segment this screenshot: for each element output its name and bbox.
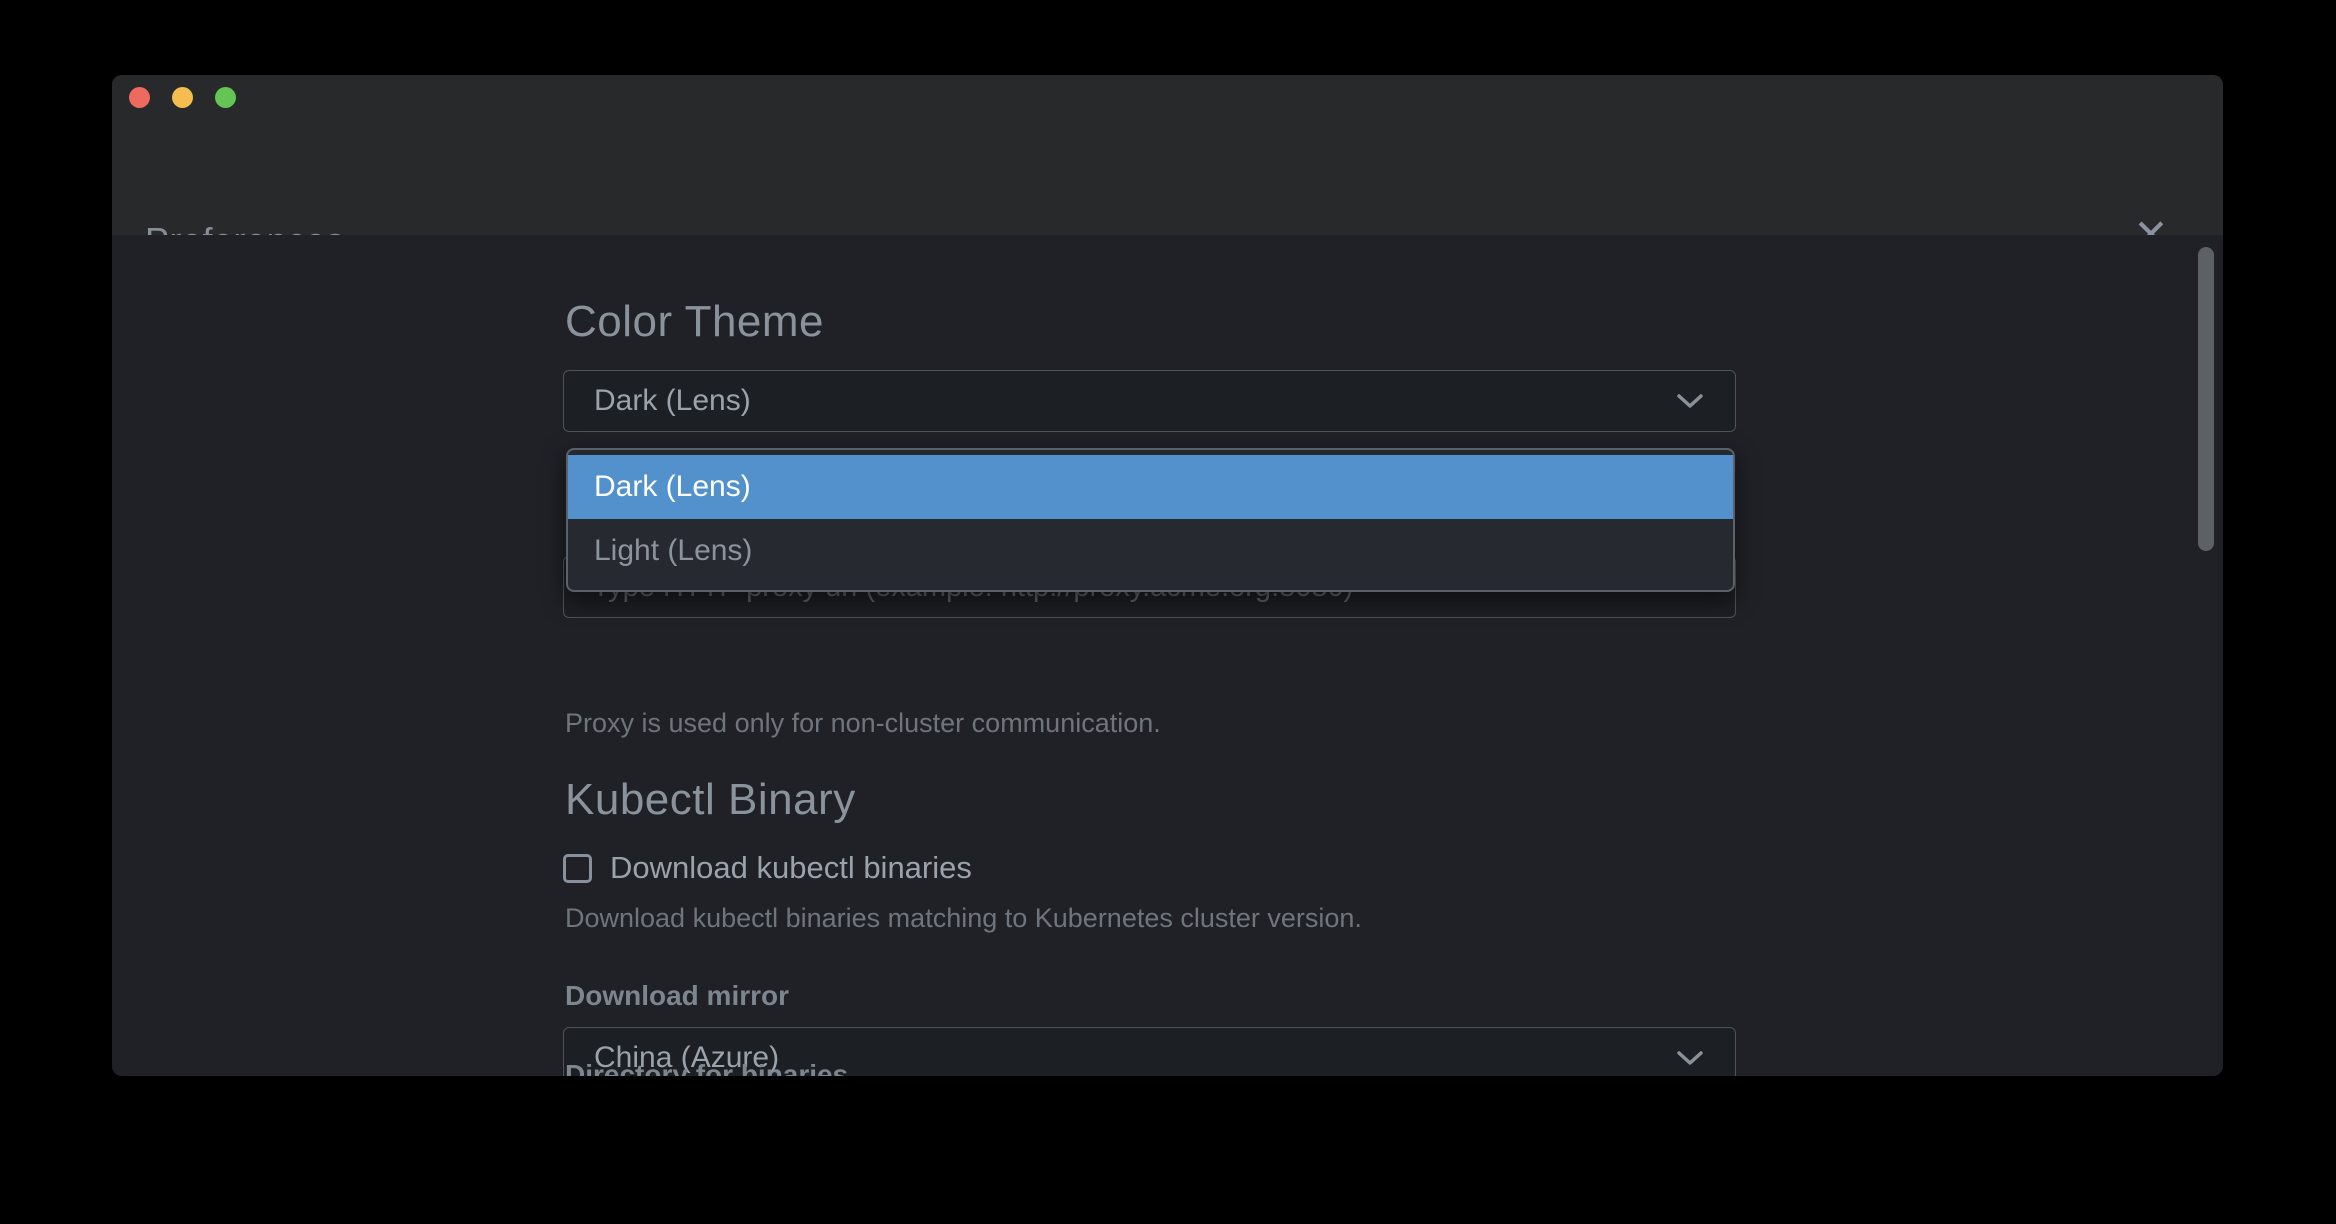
color-theme-dropdown: Dark (Lens) Light (Lens) <box>566 448 1735 592</box>
download-kubectl-checkbox-row[interactable]: Download kubectl binaries <box>563 850 972 886</box>
download-mirror-label: Download mirror <box>565 980 789 1012</box>
dropdown-option-light[interactable]: Light (Lens) <box>568 519 1733 583</box>
kubectl-hint-text: Download kubectl binaries matching to Ku… <box>565 903 1362 934</box>
traffic-lights <box>129 87 236 108</box>
titlebar: Preferences ✕ <box>112 75 2223 235</box>
color-theme-heading: Color Theme <box>565 297 824 347</box>
preferences-content <box>112 235 2223 1076</box>
color-theme-select[interactable]: Dark (Lens) <box>563 370 1736 432</box>
download-kubectl-checkbox-label: Download kubectl binaries <box>610 850 972 886</box>
chevron-down-icon <box>1675 392 1705 410</box>
kubectl-binary-heading: Kubectl Binary <box>565 775 856 825</box>
preferences-window: Preferences ✕ Color Theme Dark (Lens) Da… <box>112 75 2223 1076</box>
color-theme-select-value: Dark (Lens) <box>594 384 1675 418</box>
dropdown-option-dark[interactable]: Dark (Lens) <box>568 455 1733 519</box>
zoom-traffic-light-button[interactable] <box>215 87 236 108</box>
close-traffic-light-button[interactable] <box>129 87 150 108</box>
minimize-traffic-light-button[interactable] <box>172 87 193 108</box>
proxy-hint-text: Proxy is used only for non-cluster commu… <box>565 708 1161 739</box>
scrollbar-thumb[interactable] <box>2198 247 2214 551</box>
chevron-down-icon <box>1675 1049 1705 1067</box>
download-kubectl-checkbox[interactable] <box>563 854 592 883</box>
directory-for-binaries-label: Directory for binaries <box>565 1059 848 1076</box>
